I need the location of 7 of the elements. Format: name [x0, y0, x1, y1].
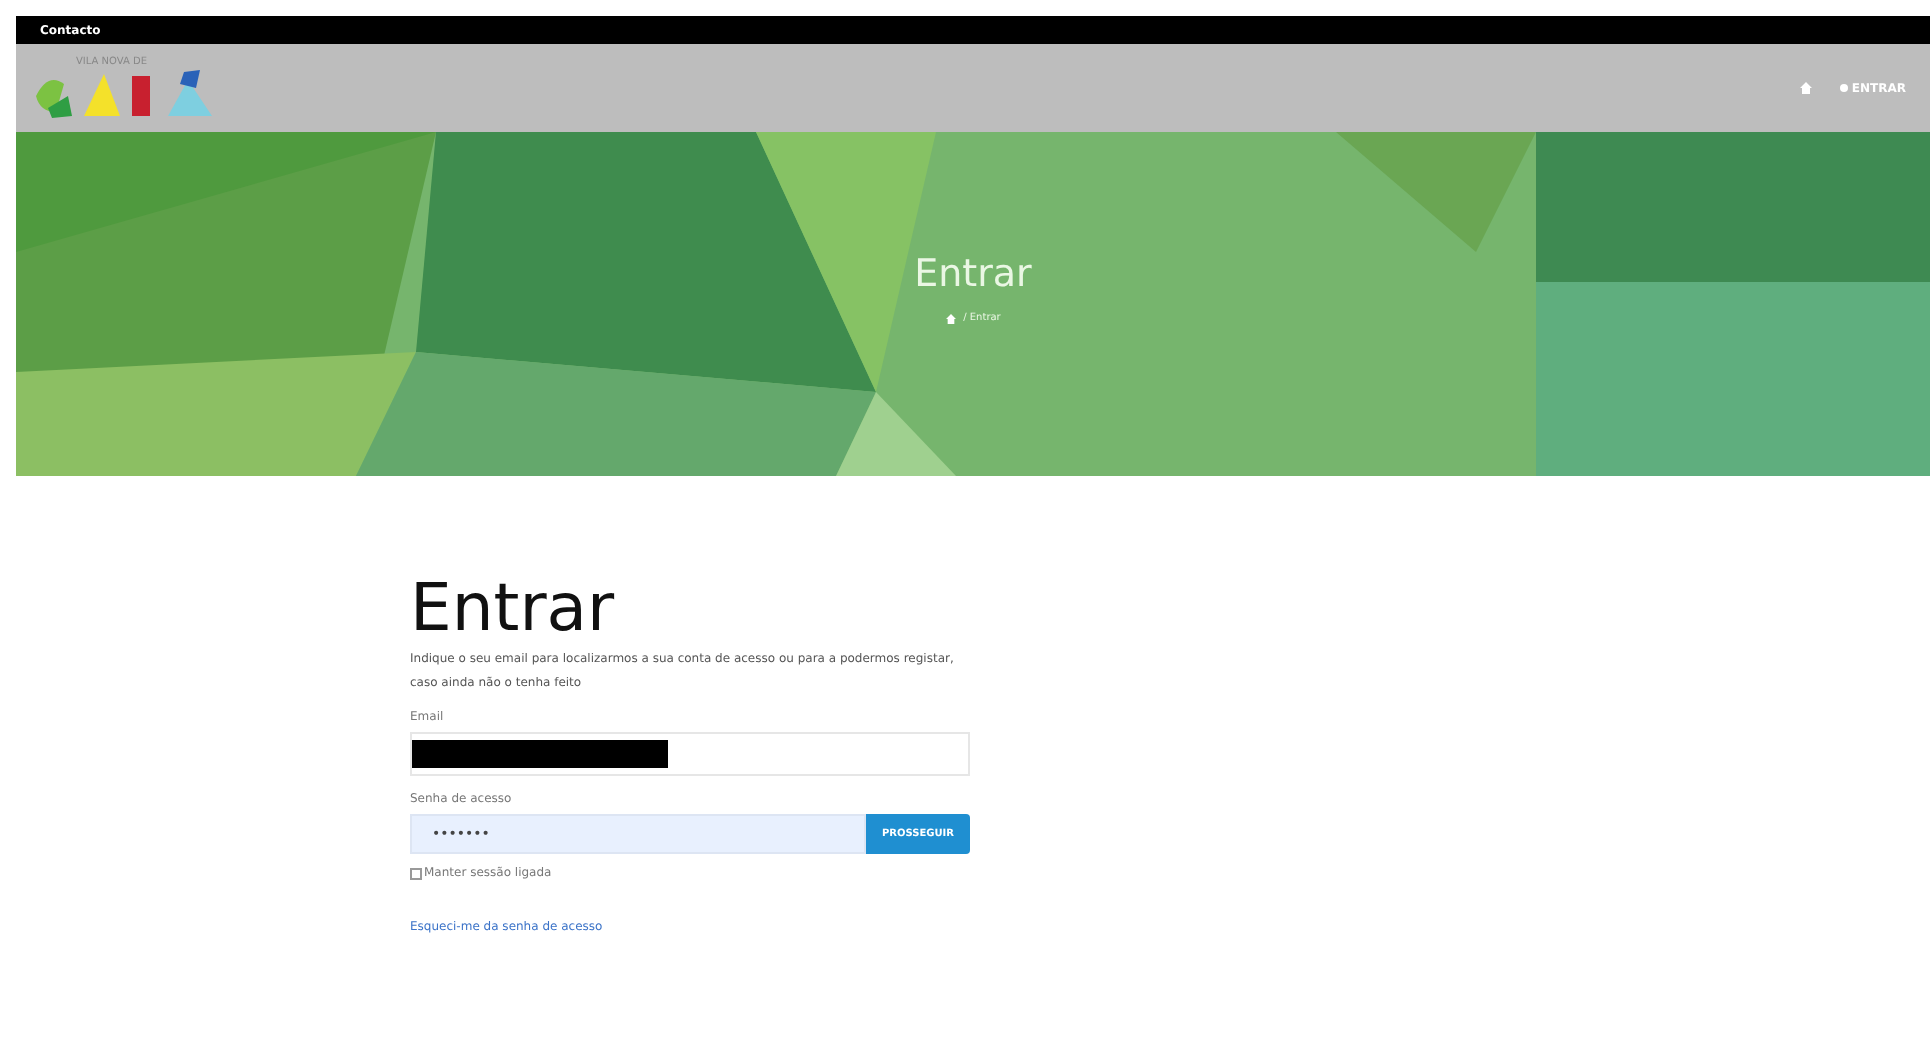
home-icon[interactable] [1799, 82, 1812, 94]
home-icon[interactable] [945, 313, 956, 323]
hero-title: Entrar [914, 252, 1032, 296]
remember-checkbox[interactable] [410, 867, 422, 880]
email-field[interactable] [410, 732, 970, 777]
dot-icon [1839, 84, 1848, 92]
page-title: Entrar [410, 572, 617, 645]
